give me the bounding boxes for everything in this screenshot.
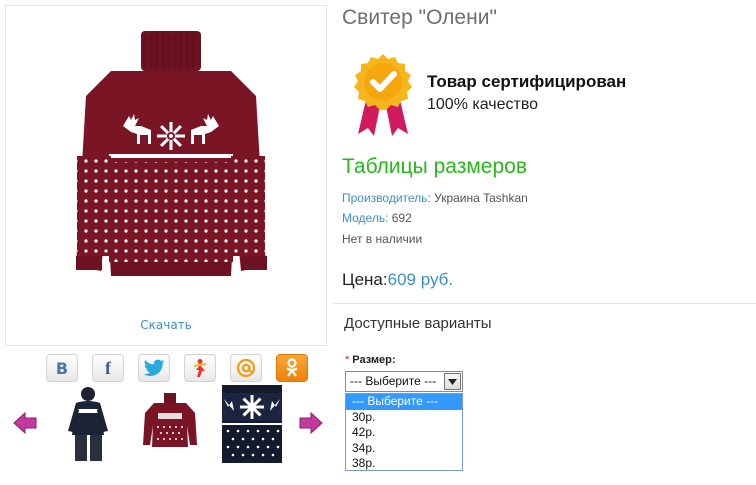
- chevron-down-icon: [448, 378, 457, 385]
- size-option-30[interactable]: 30р.: [346, 410, 462, 426]
- size-select-value: --- Выберите ---: [350, 374, 437, 388]
- options-title: Доступные варианты: [344, 315, 492, 332]
- at-sign-icon: [236, 358, 256, 378]
- certificate-subtitle: 100% качество: [427, 96, 539, 113]
- thumbnail-2[interactable]: [140, 385, 200, 463]
- size-option-42[interactable]: 42р.: [346, 425, 462, 441]
- dropdown-toggle-button[interactable]: [444, 373, 461, 390]
- model-value: 692: [391, 211, 412, 225]
- size-option-38[interactable]: 38р.: [346, 456, 462, 472]
- size-select[interactable]: --- Выберите ---: [345, 371, 463, 392]
- facebook-icon: f: [105, 357, 111, 378]
- manufacturer-label[interactable]: Производитель:: [342, 191, 431, 205]
- model-label: Модель:: [342, 211, 389, 225]
- price-row: Цена:609 руб.: [342, 270, 453, 290]
- size-option-34[interactable]: 34р.: [346, 441, 462, 457]
- model-row: Модель: 692: [342, 211, 412, 225]
- sweater-image[interactable]: [71, 26, 271, 286]
- next-arrow-icon[interactable]: [298, 410, 324, 436]
- price-value: 609 руб.: [387, 270, 454, 289]
- size-option-placeholder[interactable]: --- Выберите ---: [346, 394, 462, 410]
- thumbnail-3[interactable]: [222, 385, 282, 463]
- size-field-label: * Размер:: [345, 354, 396, 366]
- twitter-share-button[interactable]: [138, 354, 170, 382]
- price-label: Цена:: [342, 270, 388, 289]
- size-label-text: Размер:: [352, 354, 396, 366]
- thumbnail-1[interactable]: [62, 385, 122, 463]
- facebook-share-button[interactable]: f: [92, 354, 124, 382]
- certified-badge-icon: [354, 54, 412, 136]
- download-link[interactable]: Скачать: [6, 318, 326, 332]
- odnoklassniki-share-button[interactable]: [276, 354, 308, 382]
- product-title: Свитер "Олени": [342, 6, 497, 29]
- vk-icon: В: [55, 358, 69, 378]
- main-product-image-frame: Скачать: [5, 5, 327, 346]
- previous-arrow-icon[interactable]: [12, 410, 38, 436]
- size-dropdown-list: --- Выберите --- 30р. 42р. 34р. 38р.: [345, 393, 463, 471]
- size-table-link[interactable]: Таблицы размеров: [342, 155, 527, 179]
- mail-share-button[interactable]: [230, 354, 262, 382]
- vk-share-button[interactable]: В: [46, 354, 78, 382]
- required-mark: *: [345, 354, 350, 366]
- divider: [333, 303, 756, 304]
- certificate-title: Товар сертифицирован: [427, 72, 627, 91]
- availability-status: Нет в наличии: [342, 232, 423, 246]
- twitter-bird-icon: [143, 359, 165, 376]
- person-figure-icon: [193, 359, 207, 377]
- manufacturer-row: Производитель: Украина Tashkan: [342, 191, 528, 205]
- manufacturer-value: Украина Tashkan: [434, 191, 528, 205]
- odnoklassniki-icon: [286, 358, 298, 377]
- moi-mir-share-button[interactable]: [184, 354, 216, 382]
